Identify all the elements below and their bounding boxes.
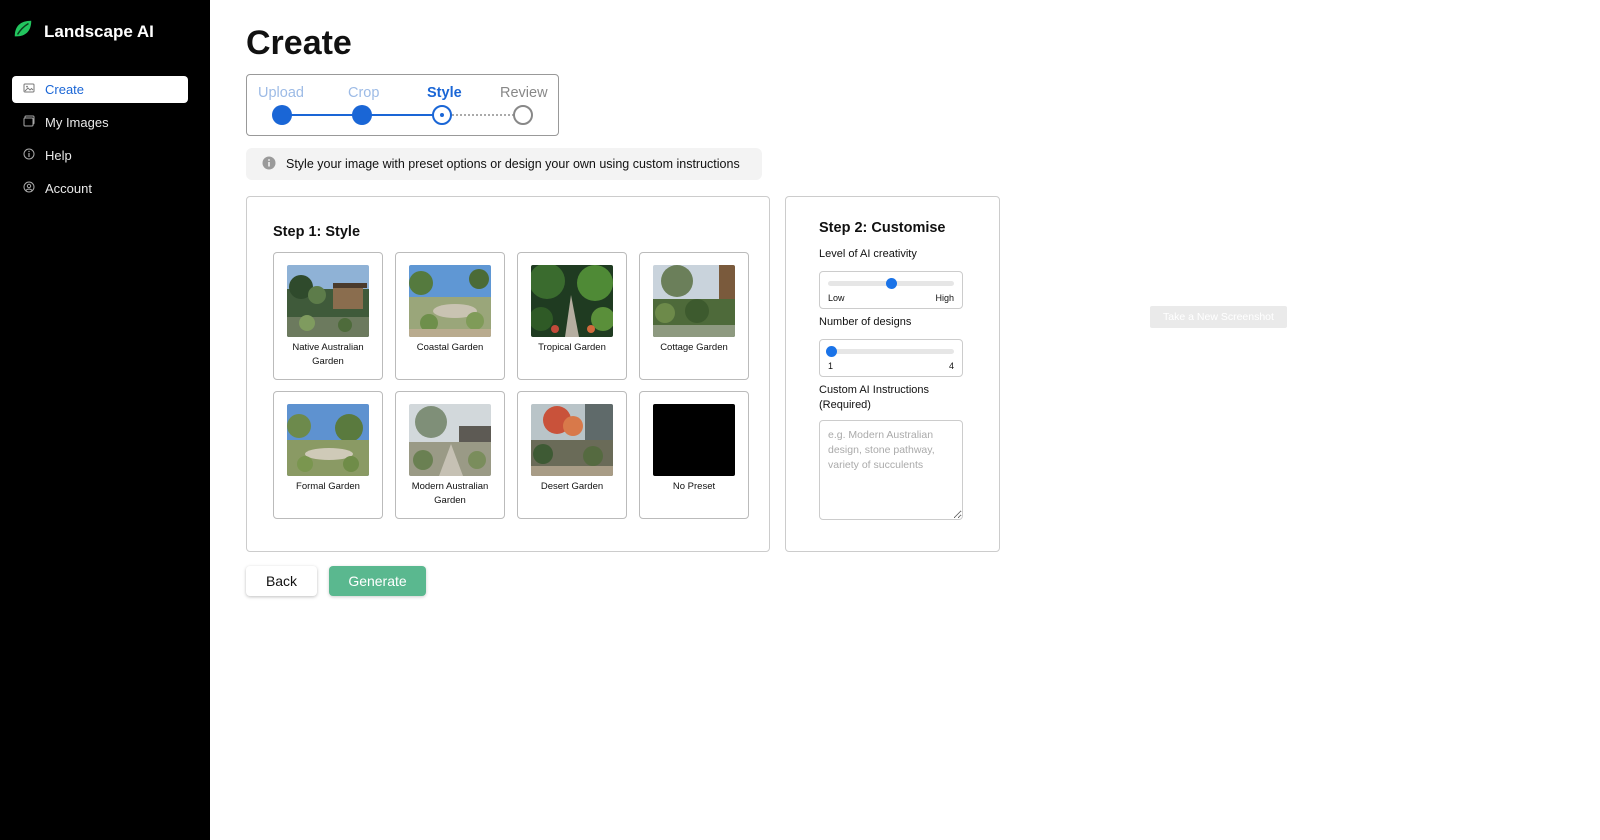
step-style-dot bbox=[432, 105, 452, 125]
gallery-icon bbox=[23, 115, 35, 130]
step-connector bbox=[362, 114, 442, 116]
info-icon bbox=[23, 148, 35, 163]
user-circle-icon bbox=[23, 181, 35, 196]
slider-max-label: 4 bbox=[948, 361, 954, 371]
slider-track bbox=[828, 349, 954, 354]
leaf-icon bbox=[12, 18, 34, 45]
sidebar-item-help[interactable]: Help bbox=[12, 142, 188, 169]
style-card-heading: Step 1: Style bbox=[273, 224, 361, 240]
sidebar-item-account[interactable]: Account bbox=[12, 175, 188, 202]
preset-label: Tropical Garden bbox=[538, 342, 606, 353]
info-banner: Style your image with preset options or … bbox=[246, 148, 762, 180]
back-button[interactable]: Back bbox=[246, 566, 317, 596]
instructions-label: Custom AI Instructions (Required) bbox=[819, 384, 930, 411]
take-screenshot-button[interactable]: Take a New Screenshot bbox=[1150, 306, 1287, 328]
step-upload-label[interactable]: Upload bbox=[258, 85, 304, 101]
slider-min-label: Low bbox=[828, 293, 845, 303]
step-upload-dot[interactable] bbox=[272, 105, 292, 125]
native-australian-garden-photo bbox=[287, 265, 369, 337]
preset-modern-australian-garden[interactable]: Modern Australian Garden bbox=[395, 391, 505, 519]
slider-max-label: High bbox=[935, 293, 954, 303]
sidebar-item-my-images[interactable]: My Images bbox=[12, 109, 188, 136]
step-style-label: Style bbox=[427, 85, 462, 101]
designs-slider[interactable]: 1 4 bbox=[819, 339, 963, 377]
designs-label: Number of designs bbox=[819, 316, 912, 328]
coastal-garden-photo bbox=[409, 265, 491, 337]
preset-desert-garden[interactable]: Desert Garden bbox=[517, 391, 627, 519]
step-crop-dot[interactable] bbox=[352, 105, 372, 125]
info-text: Style your image with preset options or … bbox=[286, 157, 740, 171]
customise-card: Step 2: Customise Level of AI creativity… bbox=[785, 196, 1000, 552]
desert-garden-photo bbox=[531, 404, 613, 476]
creativity-slider-thumb[interactable] bbox=[885, 278, 897, 289]
brand[interactable]: Landscape AI bbox=[12, 18, 154, 45]
step-connector-pending bbox=[452, 114, 522, 116]
preset-native-australian-garden[interactable]: Native Australian Garden bbox=[273, 252, 383, 380]
preset-label: Formal Garden bbox=[296, 481, 360, 492]
image-icon bbox=[23, 82, 35, 97]
brand-name: Landscape AI bbox=[44, 21, 154, 41]
sidebar-item-label: My Images bbox=[45, 115, 109, 130]
progress-stepper: Upload Crop Style Review bbox=[246, 74, 559, 136]
preset-formal-garden[interactable]: Formal Garden bbox=[273, 391, 383, 519]
sidebar-nav: Create My Images Help Account bbox=[12, 76, 188, 208]
step-crop-label[interactable]: Crop bbox=[348, 85, 379, 101]
instructions-textarea[interactable] bbox=[819, 420, 963, 520]
modern-australian-garden-photo bbox=[409, 404, 491, 476]
step-connector bbox=[282, 114, 362, 116]
style-card: Step 1: Style Native Australian Garden C… bbox=[246, 196, 770, 552]
preset-label: Native Australian Garden bbox=[292, 342, 364, 367]
info-icon bbox=[262, 156, 276, 173]
step-review-label: Review bbox=[500, 85, 548, 101]
preset-label: Modern Australian Garden bbox=[411, 481, 489, 506]
slider-min-label: 1 bbox=[828, 361, 834, 371]
customise-card-heading: Step 2: Customise bbox=[819, 220, 946, 236]
sidebar: Landscape AI Create My Images Help Accou… bbox=[0, 0, 210, 840]
sidebar-item-create[interactable]: Create bbox=[12, 76, 188, 103]
preset-label: Cottage Garden bbox=[660, 342, 728, 353]
preset-no-preset[interactable]: No Preset bbox=[639, 391, 749, 519]
preset-label: Coastal Garden bbox=[416, 342, 484, 353]
page-title: Create bbox=[246, 24, 352, 62]
preset-label: No Preset bbox=[672, 481, 716, 492]
black-swatch bbox=[653, 404, 735, 476]
sidebar-item-label: Help bbox=[45, 148, 72, 163]
tropical-garden-photo bbox=[531, 265, 613, 337]
formal-garden-photo bbox=[287, 404, 369, 476]
step-review-dot bbox=[513, 105, 533, 125]
preset-label: Desert Garden bbox=[540, 481, 604, 492]
cottage-garden-photo bbox=[653, 265, 735, 337]
preset-cottage-garden[interactable]: Cottage Garden bbox=[639, 252, 749, 380]
creativity-slider[interactable]: Low High bbox=[819, 271, 963, 309]
generate-button[interactable]: Generate bbox=[329, 566, 426, 596]
creativity-label: Level of AI creativity bbox=[819, 248, 917, 260]
preset-coastal-garden[interactable]: Coastal Garden bbox=[395, 252, 505, 380]
sidebar-item-label: Create bbox=[45, 82, 85, 97]
designs-slider-thumb[interactable] bbox=[826, 346, 837, 357]
sidebar-item-label: Account bbox=[45, 181, 92, 196]
preset-tropical-garden[interactable]: Tropical Garden bbox=[517, 252, 627, 380]
